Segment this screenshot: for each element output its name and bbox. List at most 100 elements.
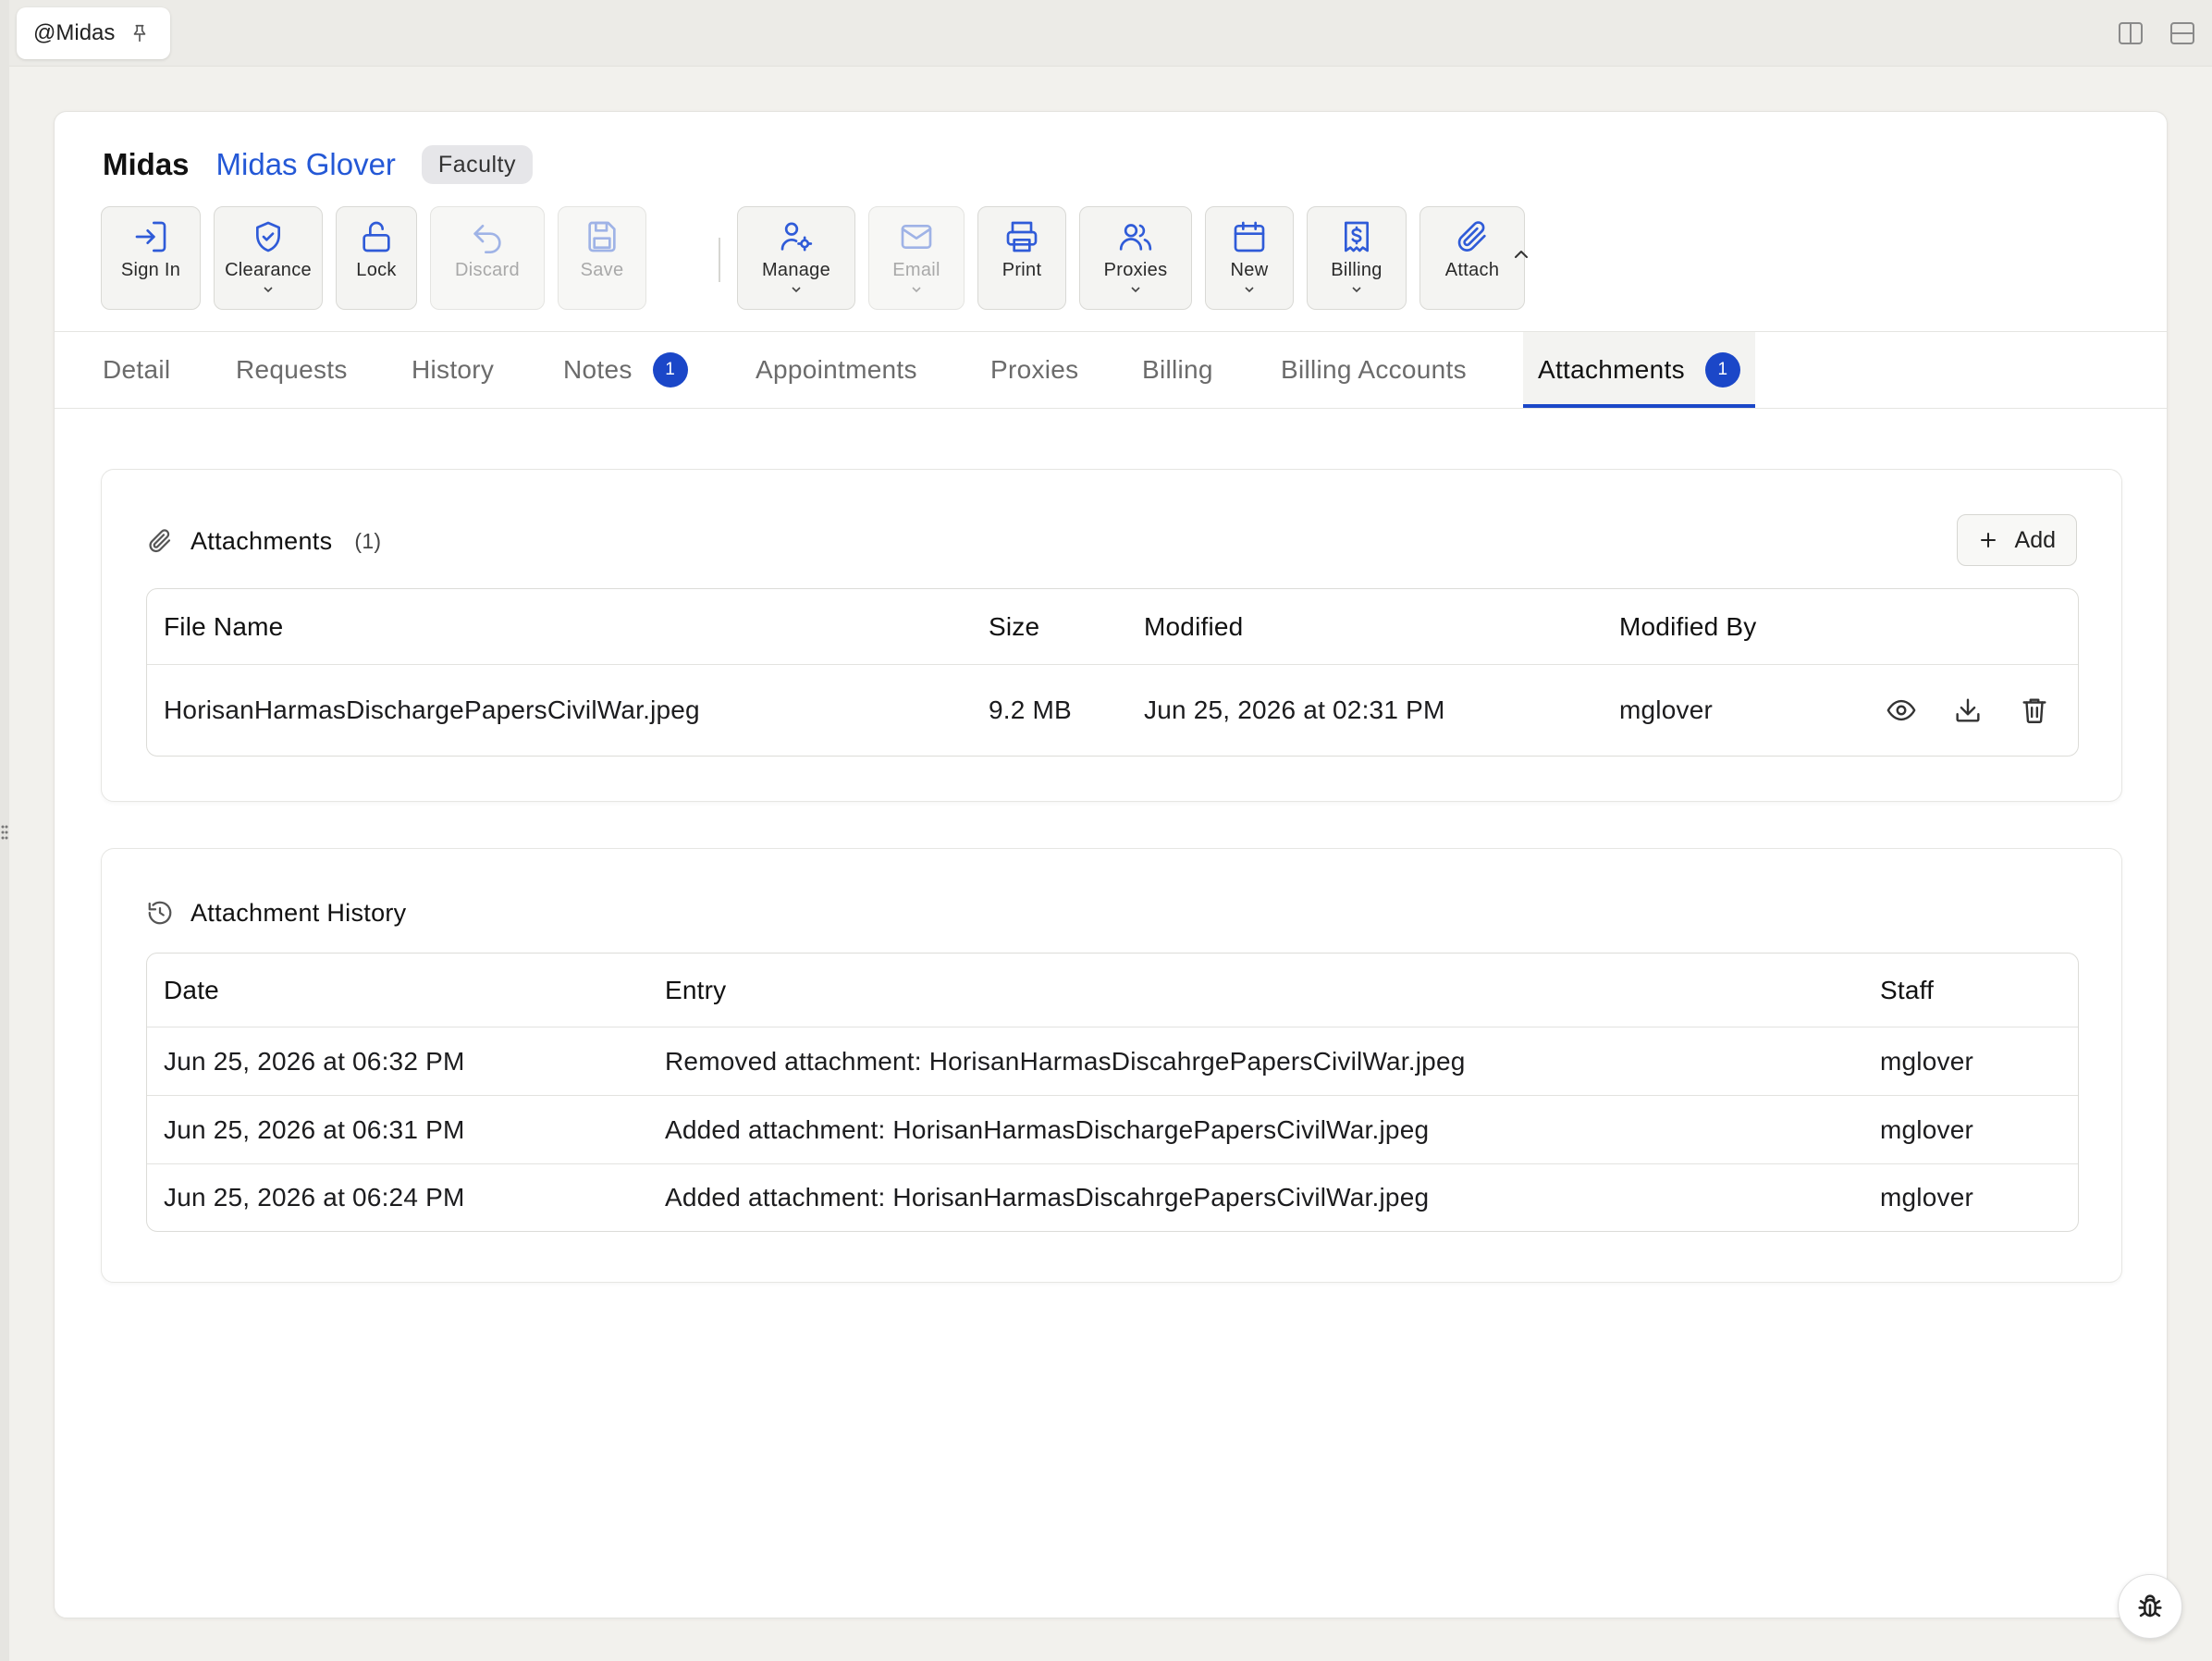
- save-button[interactable]: Save: [558, 206, 646, 310]
- undo-icon: [473, 225, 501, 253]
- staff-cell: mglover: [1880, 1183, 1973, 1212]
- download-icon[interactable]: [1952, 695, 1984, 726]
- window-tab[interactable]: @Midas: [17, 7, 171, 59]
- email-button[interactable]: Email: [868, 206, 965, 310]
- tab-appointments[interactable]: Appointments: [756, 332, 917, 408]
- table-row: Jun 25, 2026 at 06:32 PM Removed attachm…: [147, 1027, 2078, 1096]
- history-title: Attachment History: [190, 898, 407, 927]
- discard-label: Discard: [455, 260, 520, 280]
- unlock-icon: [363, 221, 390, 252]
- attachments-panel: Attachments (1) Add File Name Size Modif…: [101, 469, 2122, 802]
- add-attachment-button[interactable]: Add: [1956, 514, 2077, 566]
- chevron-down-icon: [912, 287, 921, 293]
- date-cell: Jun 25, 2026 at 06:31 PM: [164, 1114, 465, 1144]
- add-label: Add: [2014, 526, 2056, 553]
- column-header-modified-by[interactable]: Modified By: [1619, 589, 1757, 664]
- print-label: Print: [1002, 260, 1042, 280]
- chevron-down-icon: [1131, 287, 1140, 293]
- tab-detail[interactable]: Detail: [103, 332, 170, 408]
- printer-icon: [1006, 221, 1038, 252]
- split-horizontal-icon[interactable]: [2168, 18, 2197, 48]
- clearance-button[interactable]: Clearance: [214, 206, 323, 310]
- table-row: HorisanHarmasDischargePapersCivilWar.jpe…: [147, 665, 2078, 756]
- table-row: Jun 25, 2026 at 06:31 PM Added attachmen…: [147, 1096, 2078, 1164]
- resize-grip-icon[interactable]: [0, 814, 9, 851]
- chevron-down-icon: [1352, 287, 1361, 293]
- column-header-size[interactable]: Size: [989, 589, 1039, 664]
- tab-label: History: [412, 355, 495, 384]
- tab-requests[interactable]: Requests: [236, 332, 348, 408]
- tab-billing[interactable]: Billing: [1142, 332, 1213, 408]
- tab-label: Attachments: [1538, 355, 1685, 384]
- modified-by-cell: mglover: [1619, 695, 1713, 724]
- staff-cell: mglover: [1880, 1046, 1973, 1076]
- full-name-link[interactable]: Midas Glover: [216, 147, 396, 182]
- column-header-file-name[interactable]: File Name: [164, 589, 283, 664]
- tab-proxies[interactable]: Proxies: [990, 332, 1078, 408]
- history-panel-title: Attachment History: [146, 893, 406, 932]
- manage-button[interactable]: Manage: [737, 206, 855, 310]
- paperclip-icon: [149, 529, 171, 553]
- modified-cell: Jun 25, 2026 at 02:31 PM: [1144, 695, 1445, 724]
- receipt-dollar-icon: [1345, 221, 1369, 252]
- paperclip-icon: [1457, 221, 1486, 252]
- new-button[interactable]: New: [1205, 206, 1294, 310]
- attach-label: Attach: [1444, 260, 1500, 280]
- attachments-title: Attachments: [190, 526, 333, 555]
- trash-icon[interactable]: [2019, 695, 2050, 726]
- shield-check-icon: [256, 221, 280, 252]
- entry-cell: Added attachment: HorisanHarmasDiscahrge…: [665, 1183, 1430, 1212]
- entry-cell: Added attachment: HorisanHarmasDischarge…: [665, 1114, 1430, 1144]
- sign-in-button[interactable]: Sign In: [101, 206, 201, 310]
- tabs-bottom-border: [55, 408, 2167, 409]
- tab-label: Proxies: [990, 355, 1079, 384]
- clearance-label: Clearance: [225, 260, 312, 280]
- column-header-date[interactable]: Date: [164, 954, 219, 1027]
- lock-button[interactable]: Lock: [336, 206, 417, 310]
- entry-cell: Removed attachment: HorisanHarmasDiscahr…: [665, 1046, 1466, 1076]
- tab-label: Billing Accounts: [1281, 355, 1467, 384]
- discard-button[interactable]: Discard: [430, 206, 545, 310]
- chevron-down-icon: [1245, 287, 1254, 293]
- date-cell: Jun 25, 2026 at 06:32 PM: [164, 1046, 465, 1076]
- tab-history[interactable]: History: [412, 332, 494, 408]
- split-vertical-icon[interactable]: [2116, 18, 2145, 48]
- users-icon: [1119, 224, 1152, 251]
- pin-icon[interactable]: [129, 23, 150, 43]
- username: Midas: [103, 147, 190, 181]
- column-header-staff[interactable]: Staff: [1880, 954, 1934, 1027]
- proxies-button[interactable]: Proxies: [1079, 206, 1192, 310]
- collapse-toolbar-icon[interactable]: [1508, 241, 1534, 267]
- tab-billing-accounts[interactable]: Billing Accounts: [1281, 332, 1467, 408]
- save-label: Save: [580, 260, 624, 280]
- date-cell: Jun 25, 2026 at 06:24 PM: [164, 1183, 465, 1212]
- print-button[interactable]: Print: [977, 206, 1066, 310]
- chevron-down-icon: [792, 287, 801, 293]
- attachment-history-panel: Attachment History Date Entry Staff Jun …: [101, 848, 2122, 1283]
- eye-icon[interactable]: [1886, 695, 1917, 726]
- proxies-label: Proxies: [1103, 260, 1168, 280]
- tab-label: Requests: [236, 355, 348, 384]
- email-label: Email: [892, 260, 940, 280]
- attachments-panel-title: Attachments (1): [146, 522, 381, 560]
- save-icon: [588, 221, 616, 252]
- record-header: Midas Midas Glover Faculty: [103, 140, 534, 190]
- table-header-row: File Name Size Modified Modified By: [147, 589, 2078, 665]
- tabs-top-border: [55, 331, 2167, 332]
- billing-button[interactable]: Billing: [1307, 206, 1407, 310]
- table-row: Jun 25, 2026 at 06:24 PM Added attachmen…: [147, 1164, 2078, 1231]
- sign-in-label: Sign In: [120, 260, 181, 280]
- attachments-count-badge: 1: [1704, 352, 1740, 388]
- table-header-row: Date Entry Staff: [147, 954, 2078, 1027]
- debug-button[interactable]: [2118, 1574, 2182, 1639]
- history-icon: [148, 901, 172, 925]
- column-header-entry[interactable]: Entry: [665, 954, 726, 1027]
- toolbar-separator: [719, 238, 720, 282]
- tab-attachments[interactable]: Attachments 1: [1523, 332, 1755, 408]
- new-label: New: [1230, 260, 1269, 280]
- attachments-count: (1): [354, 528, 382, 553]
- chevron-down-icon: [264, 287, 273, 293]
- bug-icon: [2138, 1594, 2162, 1618]
- column-header-modified[interactable]: Modified: [1144, 589, 1243, 664]
- tab-notes[interactable]: Notes 1: [563, 332, 688, 408]
